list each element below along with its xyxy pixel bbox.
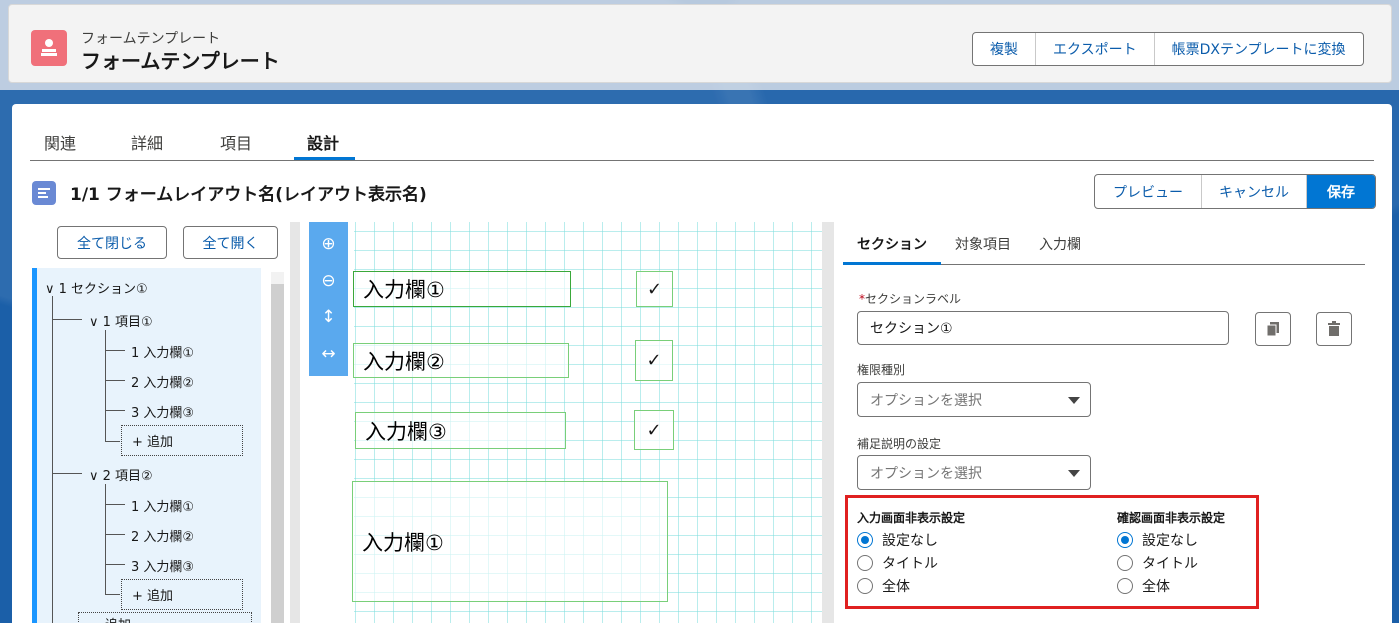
vertical-resize-icon[interactable]: ↕	[321, 307, 335, 327]
supplement-label: 補足説明の設定	[857, 437, 942, 451]
canvas-checkbox[interactable]: ✓	[636, 271, 673, 307]
chevron-down-icon	[1068, 397, 1080, 404]
duplicate-button[interactable]: 複製	[973, 33, 1036, 65]
header-actions: 複製 エクスポート 帳票DXテンプレートに変換	[972, 32, 1364, 66]
input-hide-radio-title[interactable]: タイトル	[857, 553, 938, 573]
tab-related[interactable]: 関連	[44, 130, 76, 154]
record-tabs: 関連 詳細 項目 設計	[30, 124, 1374, 161]
property-tabs: セクション 対象項目 入力欄	[843, 222, 1365, 265]
tree-field[interactable]: 2 入力欄②	[131, 526, 194, 545]
chevron-down-icon	[1068, 470, 1080, 477]
confirm-hide-radio-all[interactable]: 全体	[1117, 576, 1170, 596]
right-resize-handle[interactable]	[822, 222, 834, 623]
active-tab-indicator	[294, 157, 355, 160]
tree-field[interactable]: 3 入力欄③	[131, 556, 194, 575]
copy-icon	[1266, 322, 1279, 337]
layout-actions: プレビュー キャンセル 保存	[1094, 174, 1376, 209]
delete-button[interactable]	[1316, 312, 1352, 346]
preview-button[interactable]: プレビュー	[1095, 175, 1202, 208]
cancel-button[interactable]: キャンセル	[1202, 175, 1307, 208]
tree-item-2[interactable]: ∨ 2 項目②	[89, 465, 153, 484]
zoom-in-icon[interactable]: ⊕	[321, 234, 335, 254]
layout-icon	[32, 181, 56, 205]
input-hide-label: 入力画面非表示設定	[857, 511, 966, 525]
scroll-up-arrow[interactable]	[271, 272, 284, 284]
canvas-checkbox[interactable]: ✓	[635, 340, 673, 381]
section-label-label: *セクションラベル	[859, 292, 962, 306]
layout-title: 1/1 フォームレイアウト名(レイアウト表示名)	[70, 185, 427, 205]
left-resize-handle[interactable]	[290, 222, 300, 623]
page-title: フォームテンプレート	[81, 49, 280, 73]
main-card: 関連 詳細 項目 設計 1/1 フォームレイアウト名(レイアウト表示名) プレビ…	[12, 104, 1392, 623]
page-header: フォームテンプレート フォームテンプレート 複製 エクスポート 帳票DXテンプレ…	[8, 4, 1392, 83]
chevron-down-icon: ∨	[89, 469, 99, 484]
chevron-down-icon: ∨	[89, 315, 99, 330]
tab-section[interactable]: セクション	[857, 234, 927, 254]
input-hide-radio-none[interactable]: 設定なし	[857, 530, 938, 550]
tree-item-1[interactable]: ∨ 1 項目①	[89, 311, 153, 330]
canvas-field[interactable]: 入力欄②	[353, 343, 569, 378]
convert-button[interactable]: 帳票DXテンプレートに変換	[1155, 33, 1363, 65]
canvas-field[interactable]: 入力欄③	[355, 412, 566, 449]
form-template-icon	[31, 30, 67, 66]
confirm-hide-radio-none[interactable]: 設定なし	[1117, 530, 1198, 550]
horizontal-resize-icon[interactable]: ↔	[321, 344, 335, 364]
tab-target-item[interactable]: 対象項目	[955, 234, 1011, 254]
canvas-checkbox[interactable]: ✓	[634, 410, 674, 450]
tab-details[interactable]: 詳細	[131, 130, 163, 154]
export-button[interactable]: エクスポート	[1036, 33, 1155, 65]
trash-icon	[1328, 321, 1340, 336]
add-field-button[interactable]: + 追加	[121, 579, 243, 610]
chevron-down-icon: ∨	[45, 282, 55, 297]
tab-input-field[interactable]: 入力欄	[1039, 234, 1081, 254]
add-field-button[interactable]: + 追加	[121, 425, 243, 456]
canvas-field[interactable]: 入力欄①	[353, 271, 571, 307]
collapse-all-button[interactable]: 全て閉じる	[57, 226, 167, 259]
tree-section-1[interactable]: ∨ 1 セクション①	[45, 278, 148, 297]
save-button[interactable]: 保存	[1307, 175, 1375, 208]
copy-button[interactable]	[1255, 312, 1291, 346]
section-label-input[interactable]: セクション①	[857, 311, 1229, 345]
tree-field[interactable]: 2 入力欄②	[131, 372, 194, 391]
active-prop-tab-indicator	[843, 262, 941, 265]
tree-scrollbar[interactable]	[271, 272, 284, 623]
expand-all-button[interactable]: 全て開く	[183, 226, 278, 259]
zoom-out-icon[interactable]: ⊖	[321, 271, 335, 291]
permission-select[interactable]: オプションを選択	[857, 382, 1091, 417]
tree-field[interactable]: 1 入力欄①	[131, 342, 194, 361]
permission-label: 権限種別	[857, 363, 906, 377]
tree-field[interactable]: 1 入力欄①	[131, 496, 194, 515]
tree-field[interactable]: 3 入力欄③	[131, 402, 194, 421]
canvas-toolbar: ⊕ ⊖ ↕ ↔	[309, 222, 348, 376]
canvas-field[interactable]: 入力欄①	[352, 481, 668, 602]
tab-design[interactable]: 設計	[307, 130, 339, 154]
input-hide-radio-all[interactable]: 全体	[857, 576, 910, 596]
add-item-button[interactable]: 追加	[78, 612, 252, 623]
tab-fields[interactable]: 項目	[220, 130, 252, 154]
confirm-hide-radio-title[interactable]: タイトル	[1117, 553, 1198, 573]
confirm-hide-label: 確認画面非表示設定	[1117, 511, 1226, 525]
supplement-select[interactable]: オプションを選択	[857, 455, 1091, 490]
